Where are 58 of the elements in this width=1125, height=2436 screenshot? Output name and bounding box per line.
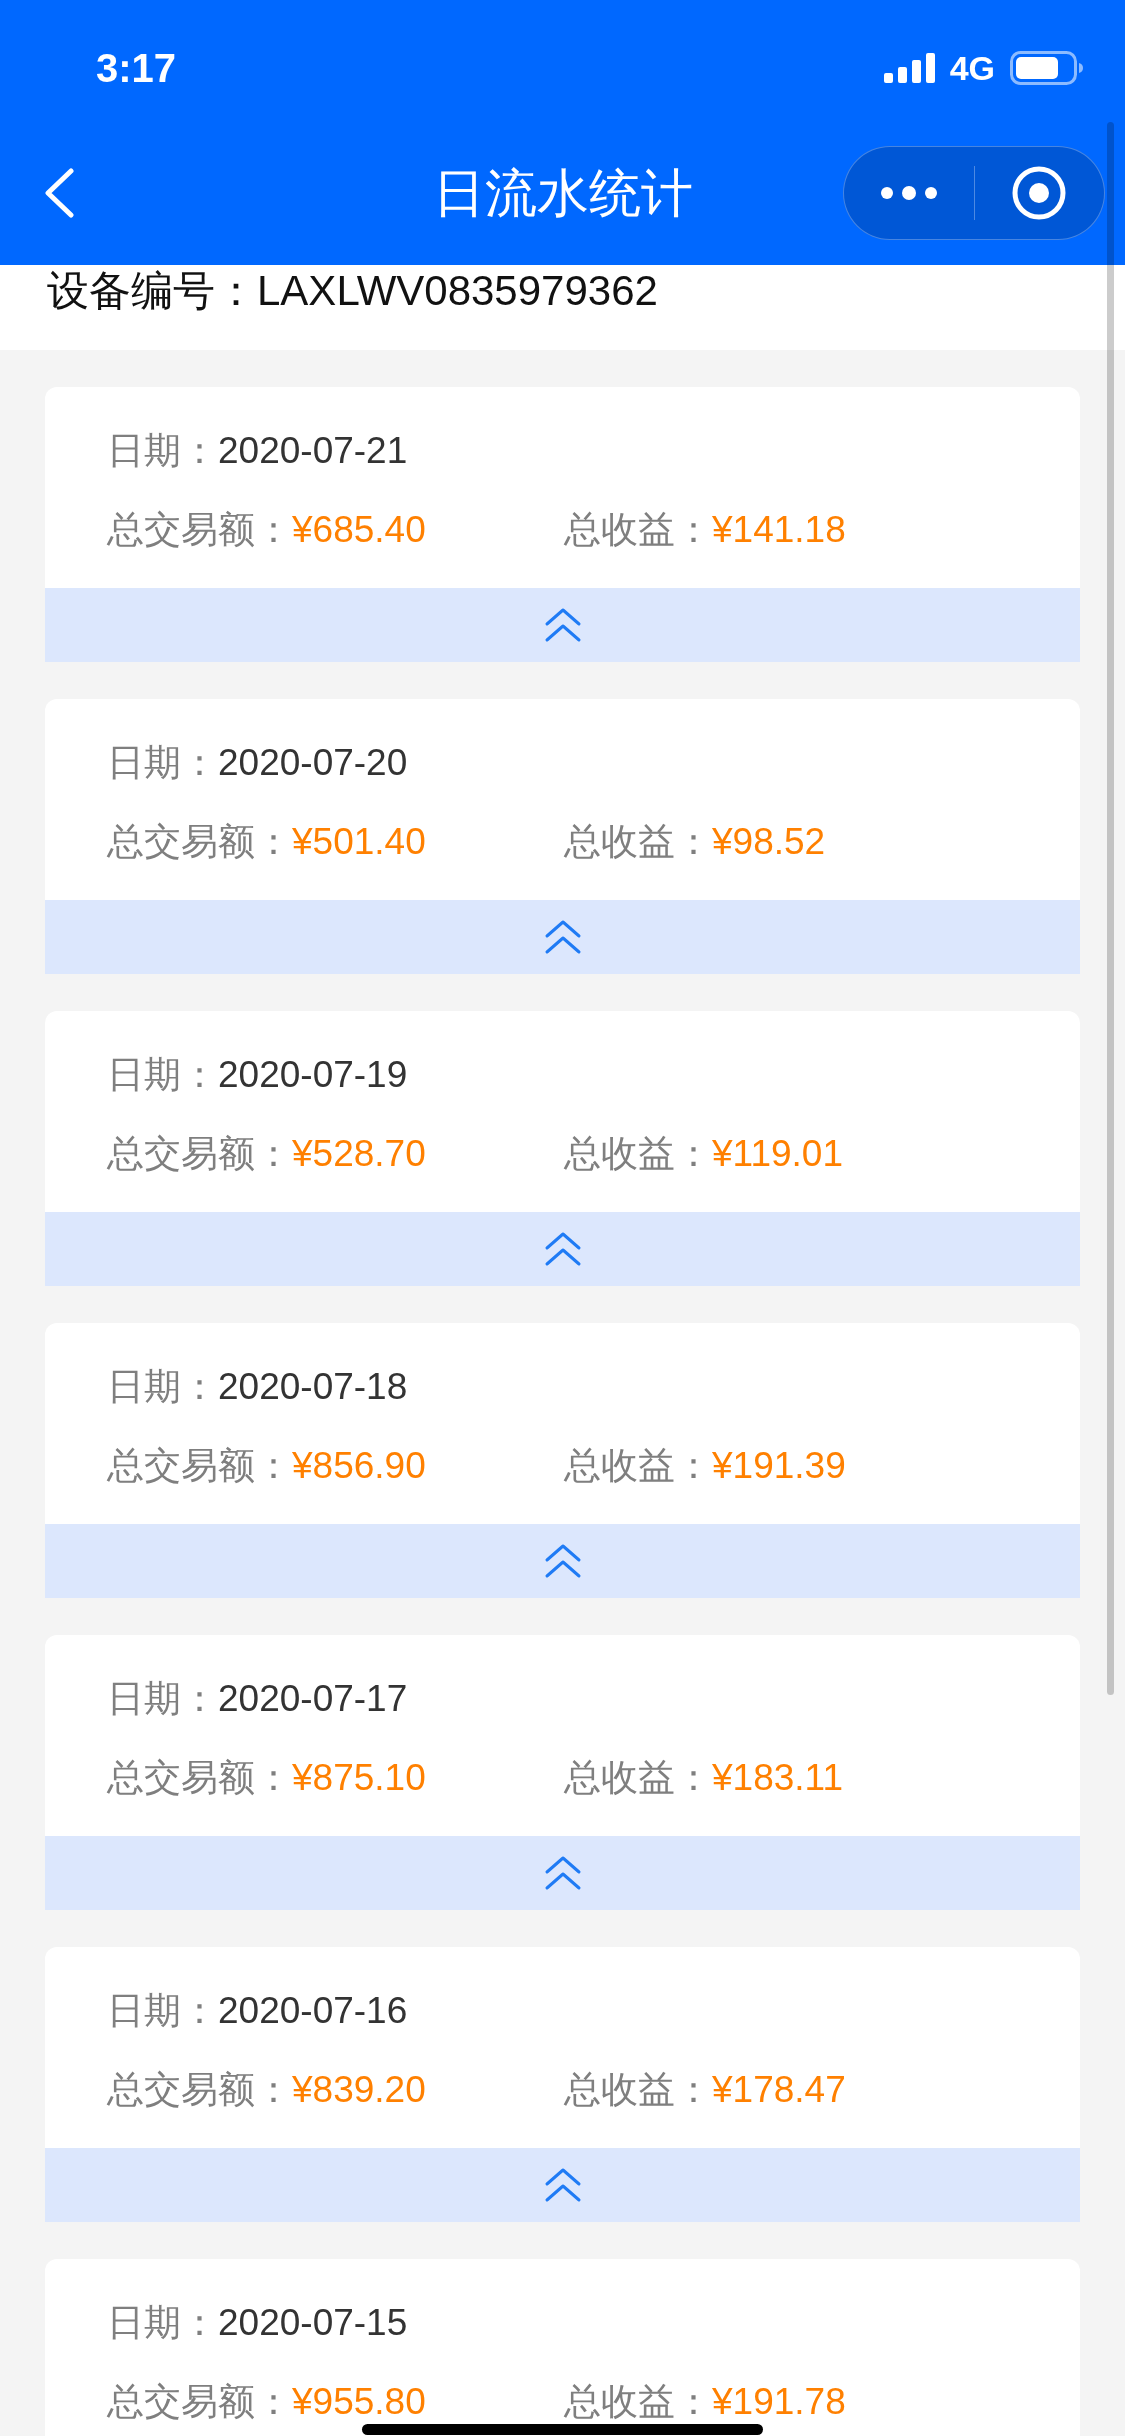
income-value: ¥141.18 <box>712 508 846 552</box>
income-label: 总收益： <box>564 2380 712 2424</box>
date-value: 2020-07-19 <box>218 1053 408 1097</box>
expand-bar[interactable] <box>45 2148 1080 2222</box>
date-label: 日期： <box>107 1365 218 1409</box>
total-amount-value: ¥875.10 <box>292 1756 426 1800</box>
date-label: 日期： <box>107 1989 218 2033</box>
signal-icon <box>883 53 935 83</box>
income-value: ¥119.01 <box>712 1132 843 1176</box>
device-number: 设备编号：LAXLWV0835979362 <box>47 266 658 316</box>
date-value: 2020-07-18 <box>218 1365 408 1409</box>
total-amount-value: ¥501.40 <box>292 820 426 864</box>
chevron-left-icon <box>43 167 75 218</box>
income-value: ¥183.11 <box>712 1756 843 1800</box>
total-amount-label: 总交易额： <box>107 1756 292 1800</box>
date-value: 2020-07-17 <box>218 1677 408 1721</box>
income-value: ¥191.78 <box>712 2380 846 2424</box>
date-value: 2020-07-15 <box>218 2301 408 2345</box>
date-value: 2020-07-21 <box>218 429 408 473</box>
total-amount-label: 总交易额： <box>107 1444 292 1488</box>
income-value: ¥178.47 <box>712 2068 846 2112</box>
total-amount-label: 总交易额： <box>107 2068 292 2112</box>
network-type: 4G <box>949 48 995 88</box>
total-amount-value: ¥528.70 <box>292 1132 426 1176</box>
income-label: 总收益： <box>564 1756 712 1800</box>
expand-bar[interactable] <box>45 1836 1080 1910</box>
income-label: 总收益： <box>564 1444 712 1488</box>
income-label: 总收益： <box>564 1132 712 1176</box>
date-label: 日期： <box>107 2301 218 2345</box>
income-label: 总收益： <box>564 508 712 552</box>
date-value: 2020-07-16 <box>218 1989 408 2033</box>
income-label: 总收益： <box>564 820 712 864</box>
date-label: 日期： <box>107 1053 218 1097</box>
total-amount-label: 总交易额： <box>107 1132 292 1176</box>
status-time: 3:17 <box>96 45 177 92</box>
total-amount-value: ¥856.90 <box>292 1444 426 1488</box>
total-amount-label: 总交易额： <box>107 2380 292 2424</box>
total-amount-value: ¥839.20 <box>292 2068 426 2112</box>
total-amount-value: ¥955.80 <box>292 2380 426 2424</box>
income-label: 总收益： <box>564 2068 712 2112</box>
date-value: 2020-07-20 <box>218 741 408 785</box>
total-amount-value: ¥685.40 <box>292 508 426 552</box>
expand-bar[interactable] <box>45 1212 1080 1286</box>
income-value: ¥191.39 <box>712 1444 846 1488</box>
target-circle-icon <box>1012 165 1067 220</box>
expand-bar[interactable] <box>45 900 1080 974</box>
date-label: 日期： <box>107 1677 218 1721</box>
total-amount-label: 总交易额： <box>107 820 292 864</box>
expand-bar[interactable] <box>45 1524 1080 1598</box>
income-value: ¥98.52 <box>712 820 826 864</box>
date-label: 日期： <box>107 429 218 473</box>
back-button[interactable] <box>43 167 75 218</box>
total-amount-label: 总交易额： <box>107 508 292 552</box>
expand-bar[interactable] <box>45 588 1080 662</box>
page-title: 日流水统计 <box>432 162 693 224</box>
more-dots-icon <box>880 185 937 200</box>
battery-icon <box>1010 51 1083 85</box>
date-label: 日期： <box>107 741 218 785</box>
